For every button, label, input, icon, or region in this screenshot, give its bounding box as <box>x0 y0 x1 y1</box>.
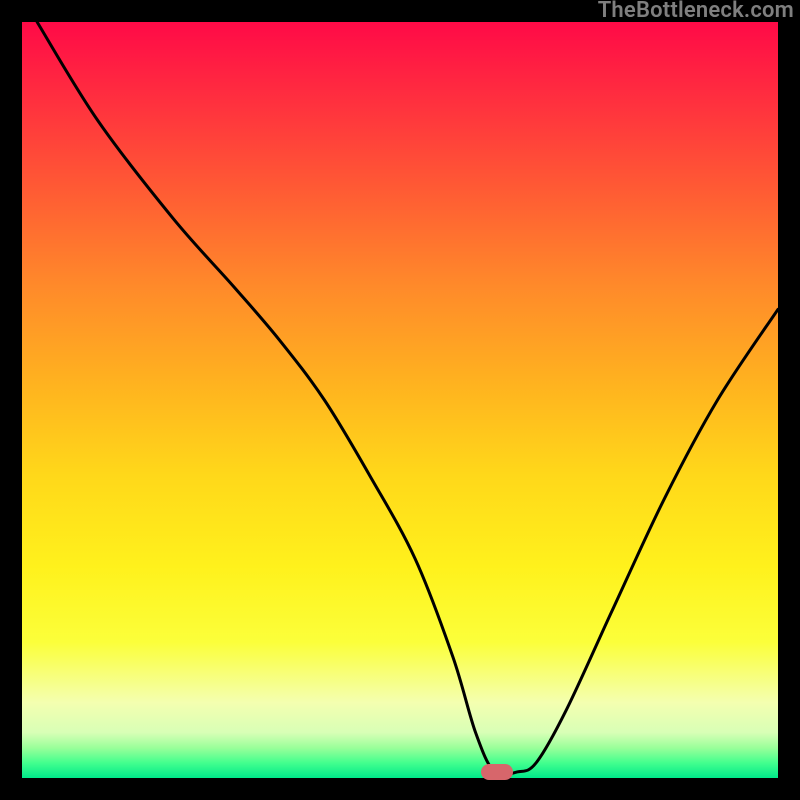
watermark-text: TheBottleneck.com <box>598 0 794 22</box>
chart-root: TheBottleneck.com <box>0 0 800 800</box>
curve-path <box>37 22 778 775</box>
minimum-marker <box>481 764 513 780</box>
bottleneck-curve <box>22 22 778 778</box>
